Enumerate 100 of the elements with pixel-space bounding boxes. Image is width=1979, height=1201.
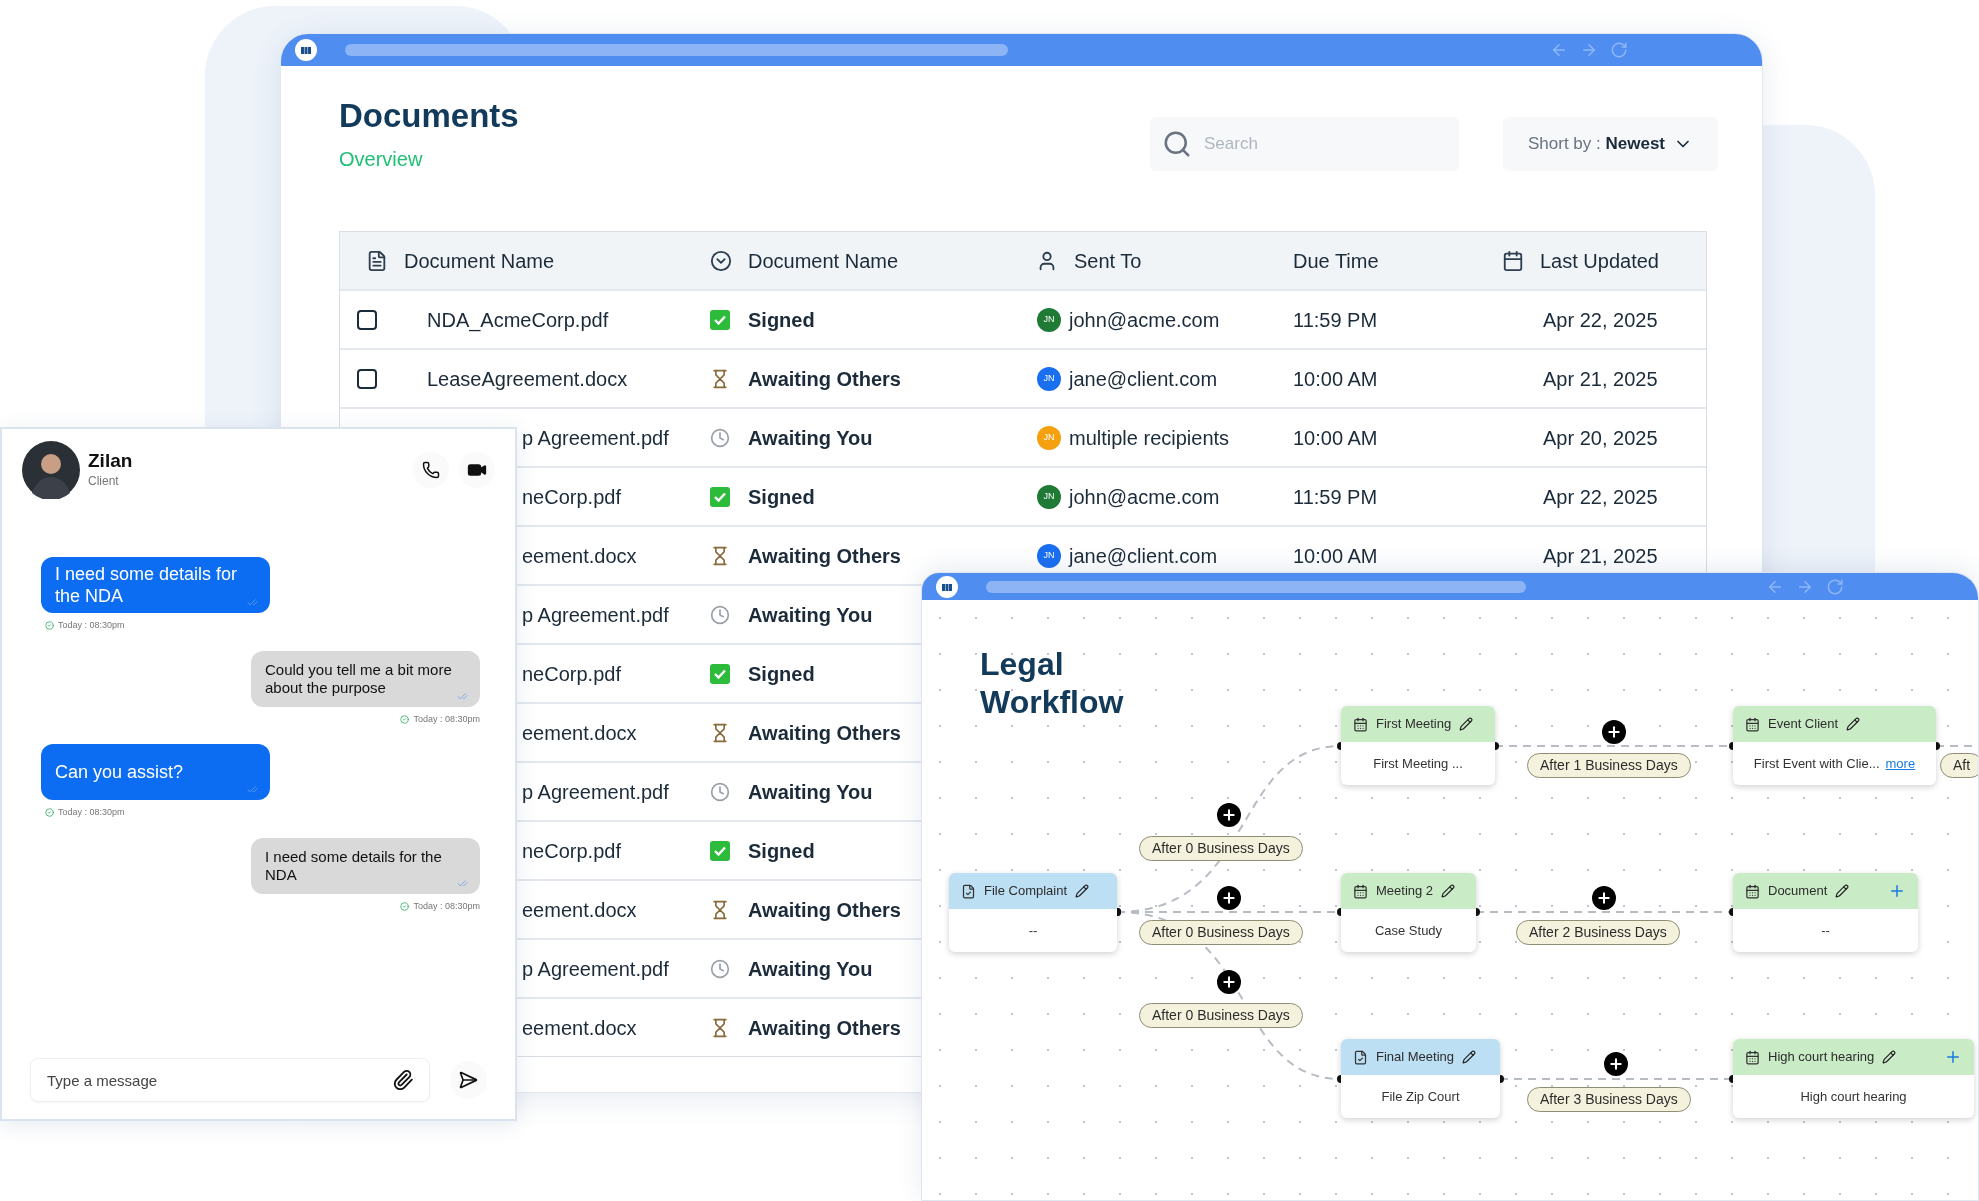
last-updated: Apr 21, 2025 (1543, 367, 1658, 390)
clock-icon (710, 604, 730, 625)
contact-role: Client (88, 473, 120, 490)
row-checkbox[interactable] (357, 368, 377, 389)
status-label: Awaiting You (748, 602, 873, 628)
recipient-avatar: JN (1037, 425, 1061, 450)
edit-icon[interactable] (1441, 884, 1456, 898)
add-step-button[interactable] (1602, 720, 1626, 744)
search-field[interactable]: Search (1150, 117, 1459, 171)
hourglass-icon (710, 899, 730, 920)
due-time: 10:00 AM (1293, 544, 1378, 567)
edit-icon[interactable] (1459, 717, 1474, 731)
clock-icon (710, 958, 730, 979)
node-title: File Complaint (984, 882, 1068, 901)
edit-icon[interactable] (1846, 717, 1861, 731)
sent-check-icon (45, 621, 54, 631)
delay-label: Aft (1940, 753, 1978, 778)
document-name: eement.docx (522, 721, 637, 744)
column-header[interactable]: Document Name (748, 245, 899, 276)
edit-icon[interactable] (1835, 884, 1850, 898)
delay-label: After 0 Business Days (1139, 836, 1303, 861)
message-time: Today : 08:30pm (413, 712, 480, 726)
plus-icon (1596, 890, 1612, 906)
row-checkbox[interactable] (357, 309, 377, 330)
double-check-icon (247, 597, 258, 608)
add-step-button[interactable] (1217, 803, 1241, 827)
status-label: Awaiting Others (748, 366, 901, 392)
checkmark-icon (710, 840, 730, 861)
add-step-button[interactable] (1592, 886, 1616, 910)
sort-dropdown[interactable]: Short by : Newest (1503, 117, 1718, 171)
message-text: I need some details for the NDA (265, 847, 443, 884)
due-time: 11:59 PM (1293, 308, 1378, 331)
column-header[interactable]: Sent To (1074, 245, 1142, 276)
workflow-node[interactable]: Document -- (1733, 873, 1918, 952)
edit-icon[interactable] (1462, 1050, 1477, 1064)
send-button[interactable] (449, 1061, 487, 1099)
plus-icon (1221, 890, 1237, 906)
status-label: Signed (748, 307, 815, 333)
avatar (22, 441, 80, 499)
double-check-icon (457, 690, 468, 702)
call-button[interactable] (413, 452, 449, 488)
workflow-node[interactable]: Meeting 2 Case Study (1341, 873, 1476, 952)
add-step-button[interactable] (1217, 970, 1241, 994)
clock-icon (710, 427, 730, 448)
document-name: eement.docx (522, 1016, 637, 1039)
due-time: 10:00 AM (1293, 426, 1378, 449)
paperclip-icon[interactable] (391, 1069, 414, 1091)
recipient-avatar: JN (1037, 543, 1061, 568)
delay-label: After 2 Business Days (1516, 920, 1680, 945)
edit-icon[interactable] (1882, 1050, 1897, 1064)
node-body: -- (1821, 921, 1830, 940)
document-name: p Agreement.pdf (522, 603, 669, 626)
message-time: Today : 08:30pm (58, 619, 125, 632)
column-header[interactable]: Document Name (404, 245, 555, 276)
workflow-node[interactable]: Event Client First Event with Clie... more (1733, 706, 1936, 785)
plus-icon (1221, 807, 1237, 823)
status-label: Signed (748, 661, 815, 687)
more-link[interactable]: more (1885, 753, 1916, 774)
node-title: Meeting 2 (1376, 882, 1434, 901)
edit-icon[interactable] (1075, 884, 1090, 898)
node-title: High court hearing (1768, 1048, 1875, 1067)
node-title: Event Client (1768, 715, 1839, 734)
workflow-node[interactable]: Final Meeting File Zip Court (1341, 1039, 1500, 1118)
node-body: First Event with Clie... (1753, 754, 1880, 773)
node-title: First Meeting (1376, 715, 1452, 734)
node-body: -- (1028, 921, 1038, 940)
column-header[interactable]: Due Time (1293, 245, 1379, 276)
document-name: NDA_AcmeCorp.pdf (427, 308, 609, 331)
recipient-avatar: JN (1037, 307, 1061, 332)
document-name: p Agreement.pdf (522, 957, 669, 980)
workflow-node[interactable]: First Meeting First Meeting ... (1341, 706, 1495, 785)
recipient-avatar: JN (1037, 366, 1061, 391)
node-body: First Meeting ... (1373, 754, 1463, 773)
sent-check-icon (400, 901, 410, 911)
search-icon (1162, 129, 1192, 159)
checkmark-icon (710, 486, 730, 507)
file-check-icon (961, 883, 976, 899)
chevron-circle-icon (710, 249, 732, 272)
video-call-button[interactable] (459, 452, 495, 488)
logo-icon (295, 39, 317, 61)
delay-label: After 3 Business Days (1527, 1087, 1691, 1112)
workflow-node[interactable]: File Complaint -- (949, 873, 1117, 952)
recipient-email: john@acme.com (1069, 484, 1220, 510)
logo-icon (936, 575, 958, 598)
message-text: Could you tell me a bit more about the purpose (265, 660, 452, 697)
add-step-button[interactable] (1604, 1052, 1628, 1076)
message-input[interactable]: Type a message (30, 1058, 430, 1102)
calendar-icon (1745, 883, 1760, 899)
sent-check-icon (400, 714, 410, 724)
column-header[interactable]: Last Updated (1540, 245, 1659, 276)
calendar-icon (1353, 716, 1368, 732)
node-title: Document (1768, 882, 1828, 901)
status-label: Awaiting You (748, 425, 873, 451)
sent-check-icon (45, 808, 54, 818)
message-text: Can you assist? (55, 761, 184, 783)
recipient-email: john@acme.com (1069, 307, 1220, 333)
calendar-icon (1353, 883, 1368, 899)
workflow-node[interactable]: High court hearing High court hearing (1733, 1039, 1974, 1118)
due-time: 11:59 PM (1293, 485, 1378, 508)
add-step-button[interactable] (1217, 886, 1241, 910)
